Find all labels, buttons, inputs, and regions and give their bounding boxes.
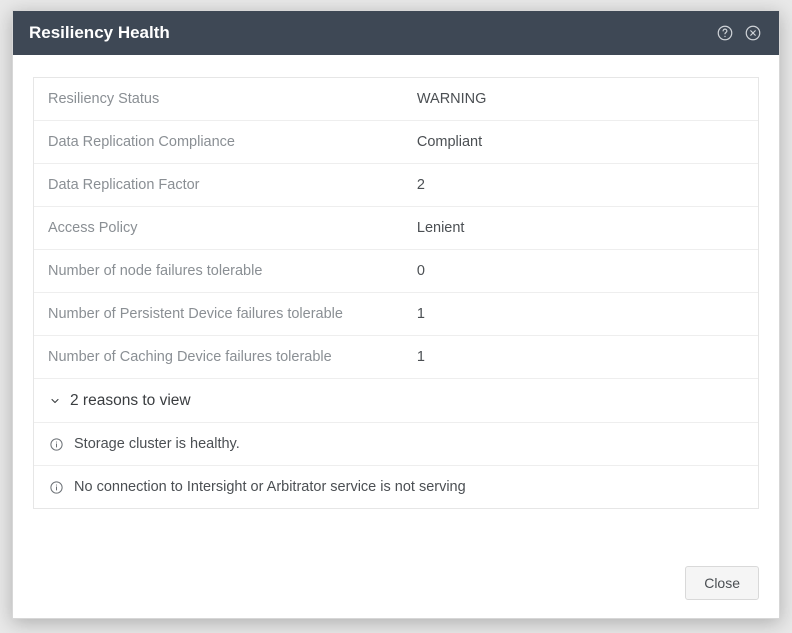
reasons-expander[interactable]: 2 reasons to view [34,379,758,423]
close-icon[interactable] [743,23,763,43]
info-icon [48,479,64,495]
info-icon [48,436,64,452]
status-value: WARNING [417,91,744,107]
modal-footer: Close [13,552,779,618]
reasons-expander-label: 2 reasons to view [70,392,191,410]
status-label: Resiliency Status [48,91,417,107]
status-row-data-replication-compliance: Data Replication Compliance Compliant [34,121,758,164]
status-value: 1 [417,306,744,322]
modal-titlebar: Resiliency Health [13,11,779,55]
status-panel: Resiliency Status WARNING Data Replicati… [33,77,759,509]
status-value: Compliant [417,134,744,150]
reason-item: Storage cluster is healthy. [34,423,758,466]
status-value: 2 [417,177,744,193]
status-label: Data Replication Compliance [48,134,417,150]
modal-content: Resiliency Status WARNING Data Replicati… [13,55,779,552]
status-label: Number of Persistent Device failures tol… [48,306,417,322]
status-label: Access Policy [48,220,417,236]
chevron-down-icon [48,394,62,408]
reason-item: No connection to Intersight or Arbitrato… [34,466,758,508]
status-label: Number of node failures tolerable [48,263,417,279]
close-button[interactable]: Close [685,566,759,600]
reason-text: No connection to Intersight or Arbitrato… [74,479,466,495]
status-value: 1 [417,349,744,365]
status-row-node-failures-tolerable: Number of node failures tolerable 0 [34,250,758,293]
modal-title: Resiliency Health [29,23,170,43]
status-label: Data Replication Factor [48,177,417,193]
status-row-caching-device-failures-tolerable: Number of Caching Device failures tolera… [34,336,758,379]
help-icon[interactable] [715,23,735,43]
status-row-access-policy: Access Policy Lenient [34,207,758,250]
status-value: 0 [417,263,744,279]
status-row-resiliency-status: Resiliency Status WARNING [34,78,758,121]
status-label: Number of Caching Device failures tolera… [48,349,417,365]
status-row-data-replication-factor: Data Replication Factor 2 [34,164,758,207]
reason-text: Storage cluster is healthy. [74,436,240,452]
status-row-persistent-device-failures-tolerable: Number of Persistent Device failures tol… [34,293,758,336]
status-value: Lenient [417,220,744,236]
resiliency-health-modal: Resiliency Health Resiliency Status WARN… [12,10,780,619]
